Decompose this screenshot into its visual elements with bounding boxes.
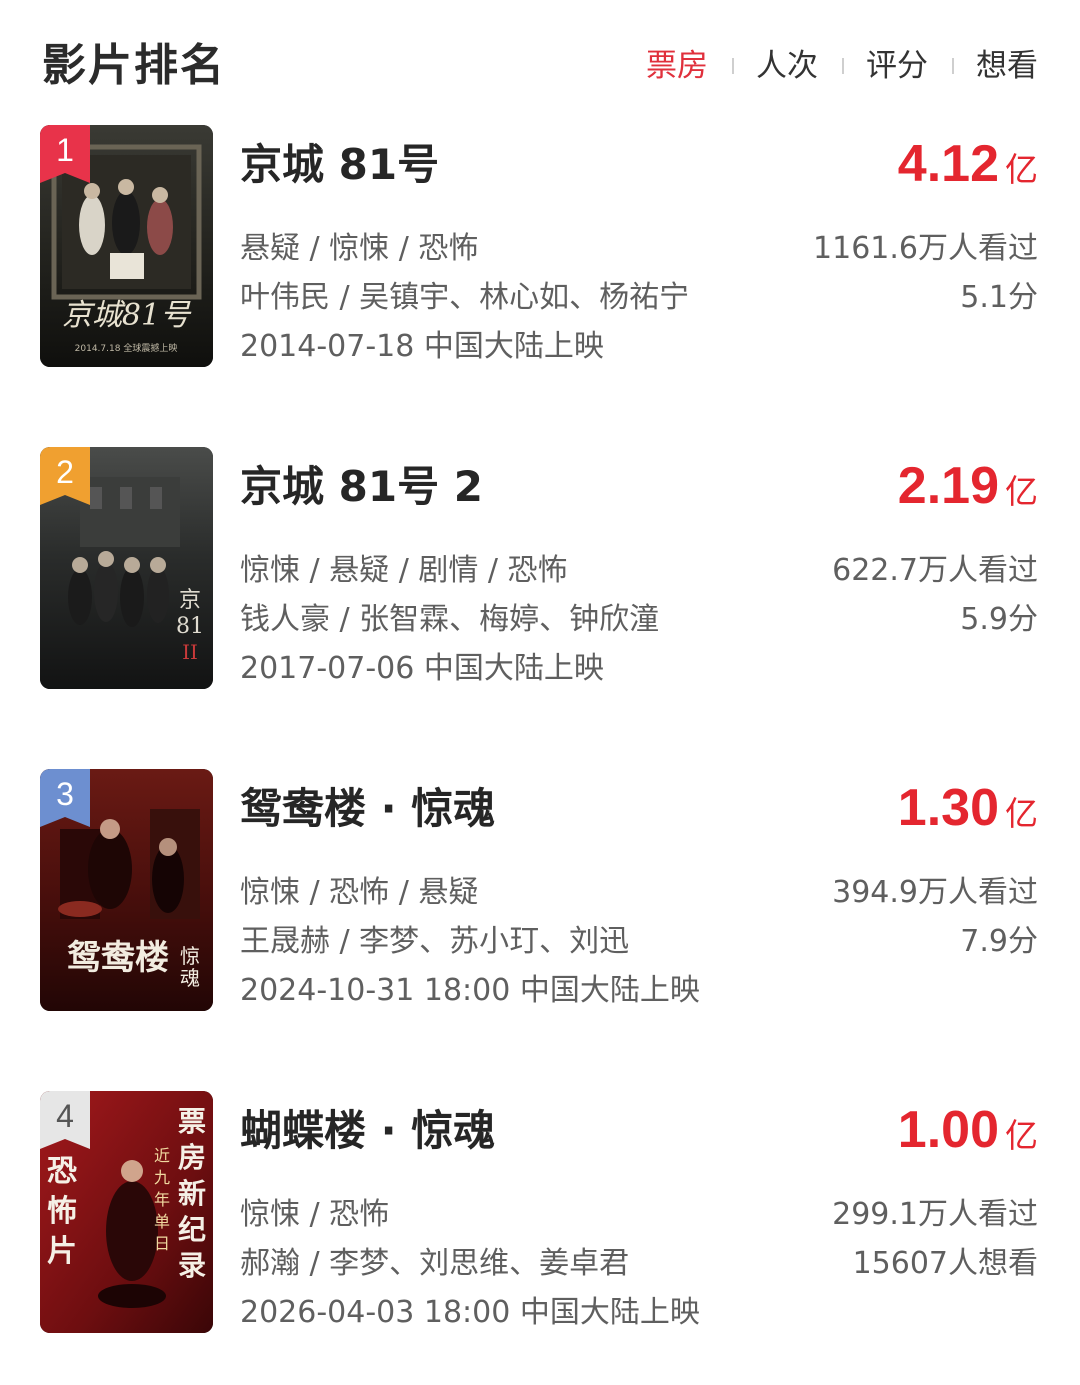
rank-number: 4 bbox=[56, 1098, 74, 1134]
movie-genres: 惊悚 / 悬疑 / 剧情 / 恐怖 bbox=[240, 553, 568, 588]
movie-viewers: 622.7万人看过 bbox=[832, 553, 1038, 588]
svg-text:新: 新 bbox=[178, 1177, 206, 1210]
movie-release: 2017-07-06 中国大陆上映 bbox=[240, 651, 604, 686]
movie-director-cast: 郝瀚 / 李梦、刘思维、姜卓君 bbox=[240, 1246, 630, 1281]
svg-text:录: 录 bbox=[178, 1249, 206, 1282]
movie-score: 5.1分 bbox=[960, 280, 1038, 315]
box-office-value: 4.12 bbox=[897, 135, 999, 193]
svg-text:京城81号: 京城81号 bbox=[62, 298, 192, 333]
movie-title[interactable]: 京城 81号 bbox=[240, 137, 439, 193]
movie-score: 5.9分 bbox=[960, 602, 1038, 637]
movie-poster[interactable]: 京 81 II 2 bbox=[40, 447, 213, 689]
svg-text:鸳鸯楼: 鸳鸯楼 bbox=[67, 938, 169, 978]
movie-genres: 惊悚 / 恐怖 / 悬疑 bbox=[240, 875, 479, 910]
movie-viewers: 1161.6万人看过 bbox=[813, 231, 1038, 266]
svg-text:怖: 怖 bbox=[47, 1194, 77, 1229]
tab-divider bbox=[952, 58, 954, 74]
movie-poster[interactable]: 鸳鸯楼 惊 魂 3 bbox=[40, 769, 213, 1011]
header: 影片排名 票房 人次 评分 想看 bbox=[0, 0, 1080, 110]
box-office: 2.19 亿 bbox=[898, 453, 1038, 531]
box-office-unit: 亿 bbox=[1005, 150, 1038, 189]
movie-title[interactable]: 京城 81号 2 bbox=[240, 459, 483, 515]
rank-number: 3 bbox=[56, 776, 74, 812]
box-office: 4.12 亿 bbox=[898, 131, 1038, 209]
svg-text:日: 日 bbox=[154, 1234, 170, 1253]
movie-director-cast: 叶伟民 / 吴镇宇、林心如、杨祐宁 bbox=[240, 280, 690, 315]
movie-director-cast: 钱人豪 / 张智霖、梅婷、钟欣潼 bbox=[240, 602, 660, 637]
svg-text:惊: 惊 bbox=[180, 944, 200, 968]
svg-text:房: 房 bbox=[178, 1141, 206, 1174]
svg-text:九: 九 bbox=[154, 1168, 170, 1187]
rank-badge: 3 bbox=[40, 769, 92, 827]
rank-number: 2 bbox=[56, 454, 74, 490]
tab-want-to-watch[interactable]: 想看 bbox=[976, 42, 1038, 90]
svg-text:纪: 纪 bbox=[178, 1213, 206, 1246]
svg-text:票: 票 bbox=[178, 1105, 206, 1138]
svg-text:魂: 魂 bbox=[180, 966, 200, 990]
movie-title[interactable]: 鸳鸯楼 · 惊魂 bbox=[240, 781, 495, 837]
tab-box-office[interactable]: 票房 bbox=[646, 42, 708, 90]
box-office-unit: 亿 bbox=[1005, 794, 1038, 833]
movie-item[interactable]: 京 81 II 2 京城 81号 2 2.19 亿 惊悚 / 悬疑 / 剧情 / … bbox=[0, 447, 1080, 697]
svg-text:片: 片 bbox=[47, 1234, 77, 1269]
rank-badge: 2 bbox=[40, 447, 92, 505]
movie-release: 2014-07-18 中国大陆上映 bbox=[240, 329, 604, 364]
box-office: 1.00 亿 bbox=[898, 1097, 1038, 1175]
rank-number: 1 bbox=[56, 132, 74, 168]
rank-badge: 4 bbox=[40, 1091, 92, 1149]
movie-viewers: 299.1万人看过 bbox=[832, 1197, 1038, 1232]
box-office-value: 2.19 bbox=[897, 457, 999, 515]
svg-text:京: 京 bbox=[179, 588, 201, 613]
movie-title[interactable]: 蝴蝶楼 · 惊魂 bbox=[240, 1103, 495, 1159]
sort-tabs: 票房 人次 评分 想看 bbox=[646, 42, 1038, 90]
box-office-unit: 亿 bbox=[1005, 472, 1038, 511]
box-office-value: 1.30 bbox=[897, 779, 999, 837]
svg-text:单: 单 bbox=[154, 1212, 170, 1231]
svg-text:81: 81 bbox=[176, 614, 204, 639]
movie-release: 2026-04-03 18:00 中国大陆上映 bbox=[240, 1295, 700, 1330]
movie-genres: 悬疑 / 惊悚 / 恐怖 bbox=[240, 231, 479, 266]
svg-text:年: 年 bbox=[154, 1190, 170, 1209]
svg-text:II: II bbox=[182, 640, 198, 664]
page-title: 影片排名 bbox=[42, 40, 226, 91]
movie-director-cast: 王晟赫 / 李梦、苏小玎、刘迅 bbox=[240, 924, 630, 959]
box-office-unit: 亿 bbox=[1005, 1116, 1038, 1155]
movie-poster[interactable]: 恐 怖 片 票 房 新 纪 录 近 九 年 单 日 4 bbox=[40, 1091, 213, 1333]
svg-text:恐: 恐 bbox=[47, 1154, 77, 1189]
svg-text:2014.7.18 全球震撼上映: 2014.7.18 全球震撼上映 bbox=[75, 342, 178, 354]
movie-release: 2024-10-31 18:00 中国大陆上映 bbox=[240, 973, 700, 1008]
movie-score: 7.9分 bbox=[960, 924, 1038, 959]
movie-item[interactable]: 京城81号 2014.7.18 全球震撼上映 1 京城 81号 4.12 亿 悬疑… bbox=[0, 125, 1080, 375]
movie-item[interactable]: 鸳鸯楼 惊 魂 3 鸳鸯楼 · 惊魂 1.30 亿 惊悚 / 恐怖 / 悬疑 王晟… bbox=[0, 769, 1080, 1019]
movie-genres: 惊悚 / 恐怖 bbox=[240, 1197, 390, 1232]
tab-rating[interactable]: 评分 bbox=[866, 42, 928, 90]
tab-divider bbox=[842, 58, 844, 74]
movie-item[interactable]: 恐 怖 片 票 房 新 纪 录 近 九 年 单 日 4 蝴蝶楼 · 惊魂 1.0… bbox=[0, 1091, 1080, 1341]
box-office: 1.30 亿 bbox=[898, 775, 1038, 853]
tab-admissions[interactable]: 人次 bbox=[756, 42, 818, 90]
svg-text:近: 近 bbox=[154, 1146, 170, 1165]
movie-viewers: 394.9万人看过 bbox=[832, 875, 1038, 910]
tab-divider bbox=[732, 58, 734, 74]
rank-badge: 1 bbox=[40, 125, 92, 183]
movie-poster[interactable]: 京城81号 2014.7.18 全球震撼上映 1 bbox=[40, 125, 213, 367]
box-office-value: 1.00 bbox=[897, 1101, 999, 1159]
movie-want-count: 15607人想看 bbox=[852, 1246, 1038, 1281]
